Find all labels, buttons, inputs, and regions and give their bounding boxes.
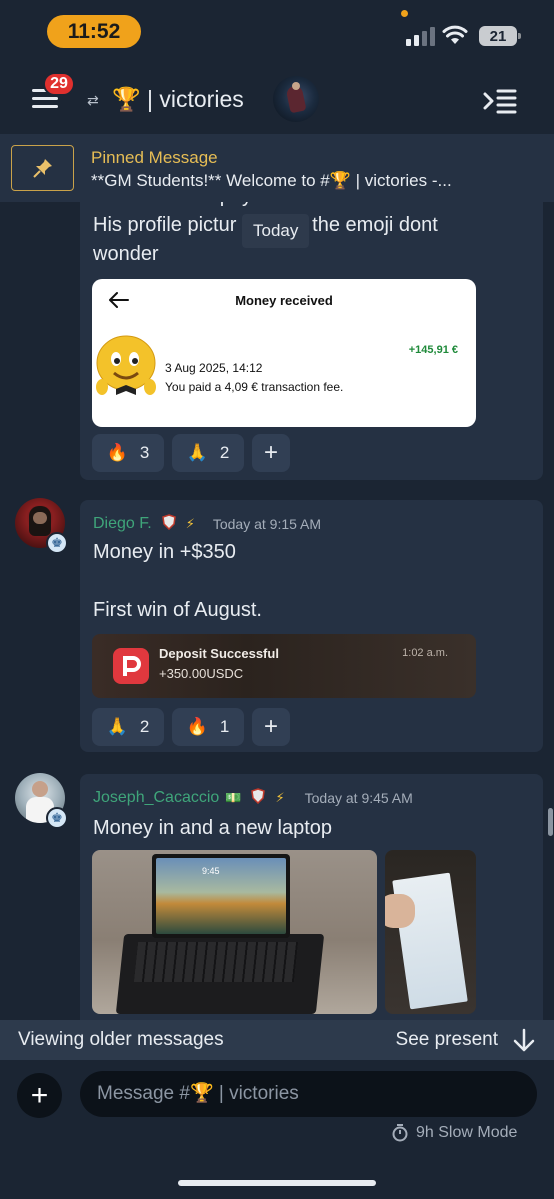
laptop-photo[interactable]: 9:45 — [92, 850, 377, 1014]
hand-shape — [385, 894, 415, 928]
money-amount: +145,91 € — [408, 344, 458, 356]
money-emoji-icon: 💵 — [225, 789, 242, 805]
reaction-count: 3 — [139, 443, 150, 462]
cellular-signal-icon — [406, 27, 435, 46]
reaction-row: 🔥 3 🙏 2 + — [92, 434, 290, 472]
message-input[interactable] — [80, 1071, 537, 1117]
shield-badge-icon — [161, 514, 176, 533]
avatar[interactable]: ♚ — [15, 498, 68, 554]
deposit-amount: +350.00USDC — [159, 666, 244, 681]
reaction-count: 2 — [139, 717, 150, 736]
arrow-down-icon — [513, 1028, 535, 1052]
reaction-count: 1 — [219, 717, 230, 736]
deposit-notification-screenshot[interactable]: Deposit Successful +350.00USDC 1:02 a.m. — [92, 634, 476, 698]
lightning-badge-icon: ⚡ — [275, 789, 285, 805]
threads-panel-icon[interactable] — [483, 88, 517, 114]
reaction-fire[interactable]: 🔥 3 — [92, 434, 164, 472]
smiley-emoji-icon — [96, 335, 156, 395]
privacy-indicator-dot — [401, 10, 408, 17]
money-received-title: Money received — [235, 293, 333, 308]
reaction-pray[interactable]: 🙏 2 — [92, 708, 164, 746]
status-bar: 11:52 21 — [0, 0, 554, 62]
laptop-clock: 9:45 — [202, 866, 220, 876]
fire-icon: 🔥 — [106, 443, 128, 462]
money-fee: You paid a 4,09 € transaction fee. — [165, 380, 344, 394]
stopwatch-icon — [392, 1124, 408, 1142]
see-present-label: See present — [395, 1029, 498, 1050]
author-line: Joseph_Cacaccio 💵 ⚡ Today at 9:45 AM — [93, 788, 413, 807]
message-text: Money in and a new laptop — [93, 817, 333, 839]
author-name[interactable]: Joseph_Cacaccio — [93, 789, 219, 807]
crown-role-icon: ♚ — [46, 807, 68, 829]
channel-switch-icon[interactable]: ⇄ — [87, 92, 99, 109]
fire-icon: 🔥 — [186, 717, 208, 736]
reaction-pray[interactable]: 🙏 2 — [172, 434, 244, 472]
status-time: 11:52 — [47, 15, 141, 48]
add-attachment-button[interactable]: + — [17, 1073, 62, 1118]
keyboard — [133, 942, 299, 982]
app-logo-icon — [113, 648, 149, 684]
message-composer: + 9h Slow Mode — [0, 1060, 554, 1199]
deposit-title: Deposit Successful — [159, 646, 279, 661]
battery-icon: 21 — [479, 26, 521, 46]
laptop-screen: 9:45 — [152, 854, 290, 938]
message-text: Money in +$350 — [93, 541, 236, 563]
avatar[interactable]: ♚ — [15, 773, 68, 829]
money-date: 3 Aug 2025, 14:12 — [165, 361, 263, 375]
add-reaction-button[interactable]: + — [252, 434, 290, 472]
author-name[interactable]: Diego F. — [93, 515, 152, 533]
scrollbar-thumb[interactable] — [548, 808, 553, 836]
message-card: Received first payment for a website. Hi… — [80, 202, 543, 480]
receipt-photo[interactable] — [385, 850, 476, 1014]
lightning-badge-icon: ⚡ — [185, 515, 195, 531]
older-messages-text: Viewing older messages — [18, 1029, 224, 1050]
money-received-screenshot[interactable]: Money received +145,91 € 3 Aug 2025, 14:… — [92, 279, 476, 427]
wifi-icon — [442, 25, 468, 44]
see-present-button[interactable]: See present — [396, 1028, 536, 1052]
author-line: Diego F. ⚡ Today at 9:15 AM — [93, 514, 321, 533]
deposit-time: 1:02 a.m. — [402, 647, 448, 659]
home-indicator — [178, 1180, 376, 1186]
message-text: First win of August. — [93, 599, 262, 621]
slow-mode-indicator: 9h Slow Mode — [392, 1123, 517, 1143]
crown-role-icon: ♚ — [46, 532, 68, 554]
reaction-row: 🙏 2 🔥 1 + — [92, 708, 290, 746]
pin-icon — [11, 145, 74, 191]
message-timestamp: Today at 9:45 AM — [304, 789, 413, 806]
message-card: Diego F. ⚡ Today at 9:15 AM Money in +$3… — [80, 500, 543, 752]
channel-header: 29 ⇄ 🏆 | victories — [0, 62, 554, 134]
message-line-part: His profile pictur — [93, 214, 237, 236]
channel-title[interactable]: 🏆 | victories — [112, 86, 244, 113]
message-card: Joseph_Cacaccio 💵 ⚡ Today at 9:45 AM Mon… — [80, 774, 543, 1020]
message-line: Received first payment for a website. — [93, 202, 513, 211]
receipt-paper — [392, 872, 468, 1010]
reaction-fire[interactable]: 🔥 1 — [172, 708, 244, 746]
pinned-message-banner[interactable]: Pinned Message **GM Students!** Welcome … — [0, 134, 554, 202]
shield-badge-icon — [251, 788, 266, 807]
reaction-count: 2 — [219, 443, 230, 462]
server-avatar[interactable] — [273, 76, 319, 122]
message-list[interactable]: Received first payment for a website. Hi… — [0, 202, 554, 1020]
pray-icon: 🙏 — [106, 717, 128, 736]
pray-icon: 🙏 — [186, 443, 208, 462]
add-reaction-button[interactable]: + — [252, 708, 290, 746]
pinned-text: **GM Students!** Welcome to #🏆 | victori… — [91, 171, 452, 190]
pinned-label: Pinned Message — [91, 148, 218, 167]
unread-badge: 29 — [43, 72, 75, 96]
older-messages-bar: Viewing older messages See present — [0, 1020, 554, 1060]
slow-mode-text: 9h Slow Mode — [416, 1124, 518, 1141]
date-divider: Today — [242, 214, 310, 248]
message-timestamp: Today at 9:15 AM — [212, 515, 322, 532]
